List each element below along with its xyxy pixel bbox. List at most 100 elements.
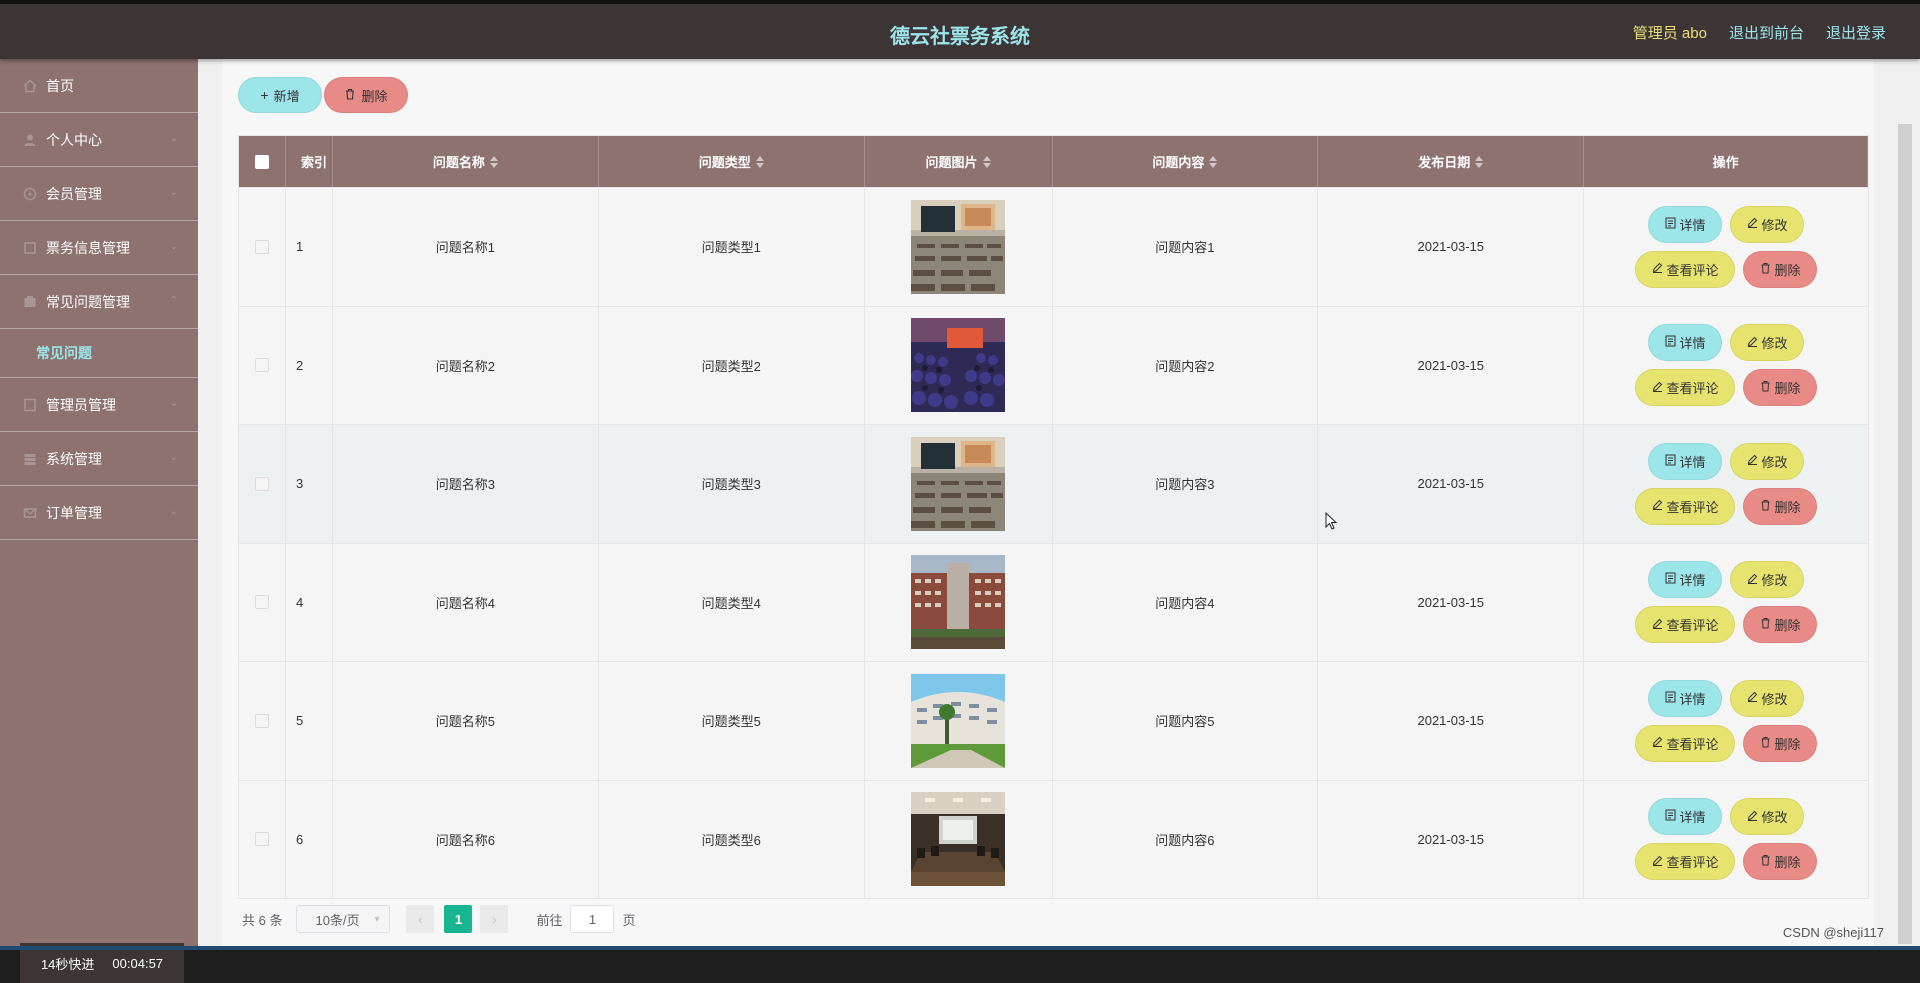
question-image[interactable]: [911, 199, 1006, 294]
edit-button[interactable]: 修改: [1730, 679, 1805, 717]
delete-button-label: 删除: [361, 88, 388, 104]
cell-date: 2021-03-15: [1318, 188, 1585, 306]
sidebar-item-system-management[interactable]: 系统管理 ⌄: [0, 432, 198, 486]
edit-button[interactable]: 修改: [1730, 798, 1805, 836]
sidebar-item-order-management[interactable]: 订单管理 ⌄: [0, 486, 198, 540]
question-image[interactable]: [911, 792, 1006, 887]
row-delete-button[interactable]: 删除: [1743, 606, 1818, 644]
question-image[interactable]: [911, 555, 1006, 650]
detail-button[interactable]: 详情: [1648, 442, 1723, 480]
sort-icon[interactable]: [1475, 155, 1484, 168]
pencil-icon: [1652, 855, 1663, 869]
sidebar-subitem-faq[interactable]: 常见问题: [0, 329, 198, 378]
row-checkbox[interactable]: [254, 832, 269, 847]
total-count: 共 6 条: [242, 912, 283, 928]
pencil-icon: [1652, 381, 1663, 395]
logout-link[interactable]: 退出登录: [1826, 22, 1886, 43]
view-comments-button[interactable]: 查看评论: [1635, 369, 1736, 407]
cell-image: [865, 780, 1053, 898]
sidebar-item-label: 个人中心: [46, 131, 102, 148]
batch-delete-button[interactable]: 删除: [324, 77, 408, 113]
detail-button[interactable]: 详情: [1648, 561, 1723, 599]
next-page-button[interactable]: ›: [480, 905, 509, 933]
add-button[interactable]: + 新增: [238, 77, 322, 113]
sidebar-item-faq-management[interactable]: 常见问题管理 ⌃: [0, 275, 198, 329]
detail-button[interactable]: 详情: [1648, 324, 1723, 362]
vertical-scrollbar[interactable]: [1890, 59, 1920, 946]
document-icon: [1665, 691, 1676, 706]
cell-index: 6: [286, 780, 333, 898]
header-actions: 管理员 abo 退出到前台 退出登录: [1633, 22, 1886, 43]
edit-button[interactable]: 修改: [1730, 442, 1805, 480]
sidebar-item-personal-center[interactable]: 个人中心 ⌄: [0, 113, 198, 167]
chevron-down-icon: ⌄: [169, 187, 178, 198]
header-type[interactable]: 问题类型: [599, 136, 865, 187]
sort-icon[interactable]: [489, 155, 498, 168]
row-checkbox[interactable]: [254, 476, 269, 491]
cell-date: 2021-03-15: [1318, 425, 1585, 543]
cell-type: 问题类型4: [599, 543, 865, 661]
page-1-button[interactable]: 1: [444, 905, 473, 933]
row-delete-button[interactable]: 删除: [1743, 724, 1818, 762]
question-image[interactable]: [911, 436, 1006, 531]
row-checkbox[interactable]: [254, 595, 269, 610]
row-delete-label: 删除: [1774, 381, 1801, 397]
sidebar-item-label: 首页: [46, 77, 74, 94]
detail-label: 详情: [1679, 336, 1706, 352]
sidebar-item-label: 票务信息管理: [46, 239, 130, 256]
chevron-down-icon: ⌄: [169, 506, 178, 517]
header-date[interactable]: 发布日期: [1318, 136, 1585, 187]
header-name[interactable]: 问题名称: [333, 136, 599, 187]
sort-icon[interactable]: [982, 155, 991, 168]
row-delete-button[interactable]: 删除: [1743, 250, 1818, 288]
question-image[interactable]: [911, 318, 1006, 413]
view-comments-button[interactable]: 查看评论: [1635, 606, 1736, 644]
sidebar-item-admin-management[interactable]: 管理员管理 ⌄: [0, 378, 198, 432]
pencil-icon: [1747, 336, 1758, 350]
header-content[interactable]: 问题内容: [1053, 136, 1319, 187]
view-comments-button[interactable]: 查看评论: [1635, 487, 1736, 525]
row-delete-button[interactable]: 删除: [1743, 369, 1818, 407]
header-image[interactable]: 问题图片: [865, 136, 1053, 187]
sidebar-item-ticket-info[interactable]: 票务信息管理 ⌄: [0, 221, 198, 275]
cell-name: 问题名称3: [333, 425, 599, 543]
goto-page-input[interactable]: 1: [570, 905, 615, 933]
exit-to-front-link[interactable]: 退出到前台: [1729, 22, 1804, 43]
sort-icon[interactable]: [1209, 155, 1218, 168]
row-delete-label: 删除: [1774, 262, 1801, 278]
sidebar-item-label: 订单管理: [46, 504, 102, 521]
sort-icon[interactable]: [755, 155, 764, 168]
row-delete-button[interactable]: 删除: [1743, 843, 1818, 881]
detail-button[interactable]: 详情: [1648, 205, 1723, 243]
detail-button[interactable]: 详情: [1648, 679, 1723, 717]
scrollbar-thumb[interactable]: [1898, 124, 1912, 944]
sidebar-item-home[interactable]: 首页: [0, 59, 198, 113]
view-comments-button[interactable]: 查看评论: [1635, 843, 1736, 881]
row-checkbox[interactable]: [254, 239, 269, 254]
cell-type: 问题类型2: [599, 306, 865, 424]
pencil-icon: [1652, 262, 1663, 276]
page-size-select[interactable]: 10条/页 ▾: [296, 905, 391, 933]
question-image[interactable]: [911, 673, 1006, 768]
row-checkbox[interactable]: [254, 358, 269, 373]
cell-image: [865, 425, 1053, 543]
admin-label: 管理员 abo: [1632, 25, 1707, 42]
edit-button[interactable]: 修改: [1730, 205, 1805, 243]
pencil-icon: [1652, 499, 1663, 513]
sidebar-item-label: 系统管理: [46, 450, 102, 467]
view-comments-button[interactable]: 查看评论: [1635, 250, 1736, 288]
chevron-left-icon: ‹: [418, 911, 423, 927]
sidebar-item-member-management[interactable]: 会员管理 ⌄: [0, 167, 198, 221]
detail-button[interactable]: 详情: [1648, 798, 1723, 836]
prev-page-button[interactable]: ‹: [406, 905, 435, 933]
system-icon: [22, 451, 38, 467]
document-icon: [1665, 454, 1676, 469]
view-comments-button[interactable]: 查看评论: [1635, 724, 1736, 762]
edit-button[interactable]: 修改: [1730, 561, 1805, 599]
edit-button[interactable]: 修改: [1730, 324, 1805, 362]
row-delete-button[interactable]: 删除: [1743, 487, 1818, 525]
cell-ops: 详情 修改查看评论 删除: [1584, 188, 1868, 306]
cell-content: 问题内容4: [1053, 543, 1319, 661]
row-checkbox[interactable]: [254, 713, 269, 728]
select-all-checkbox[interactable]: [254, 154, 269, 169]
